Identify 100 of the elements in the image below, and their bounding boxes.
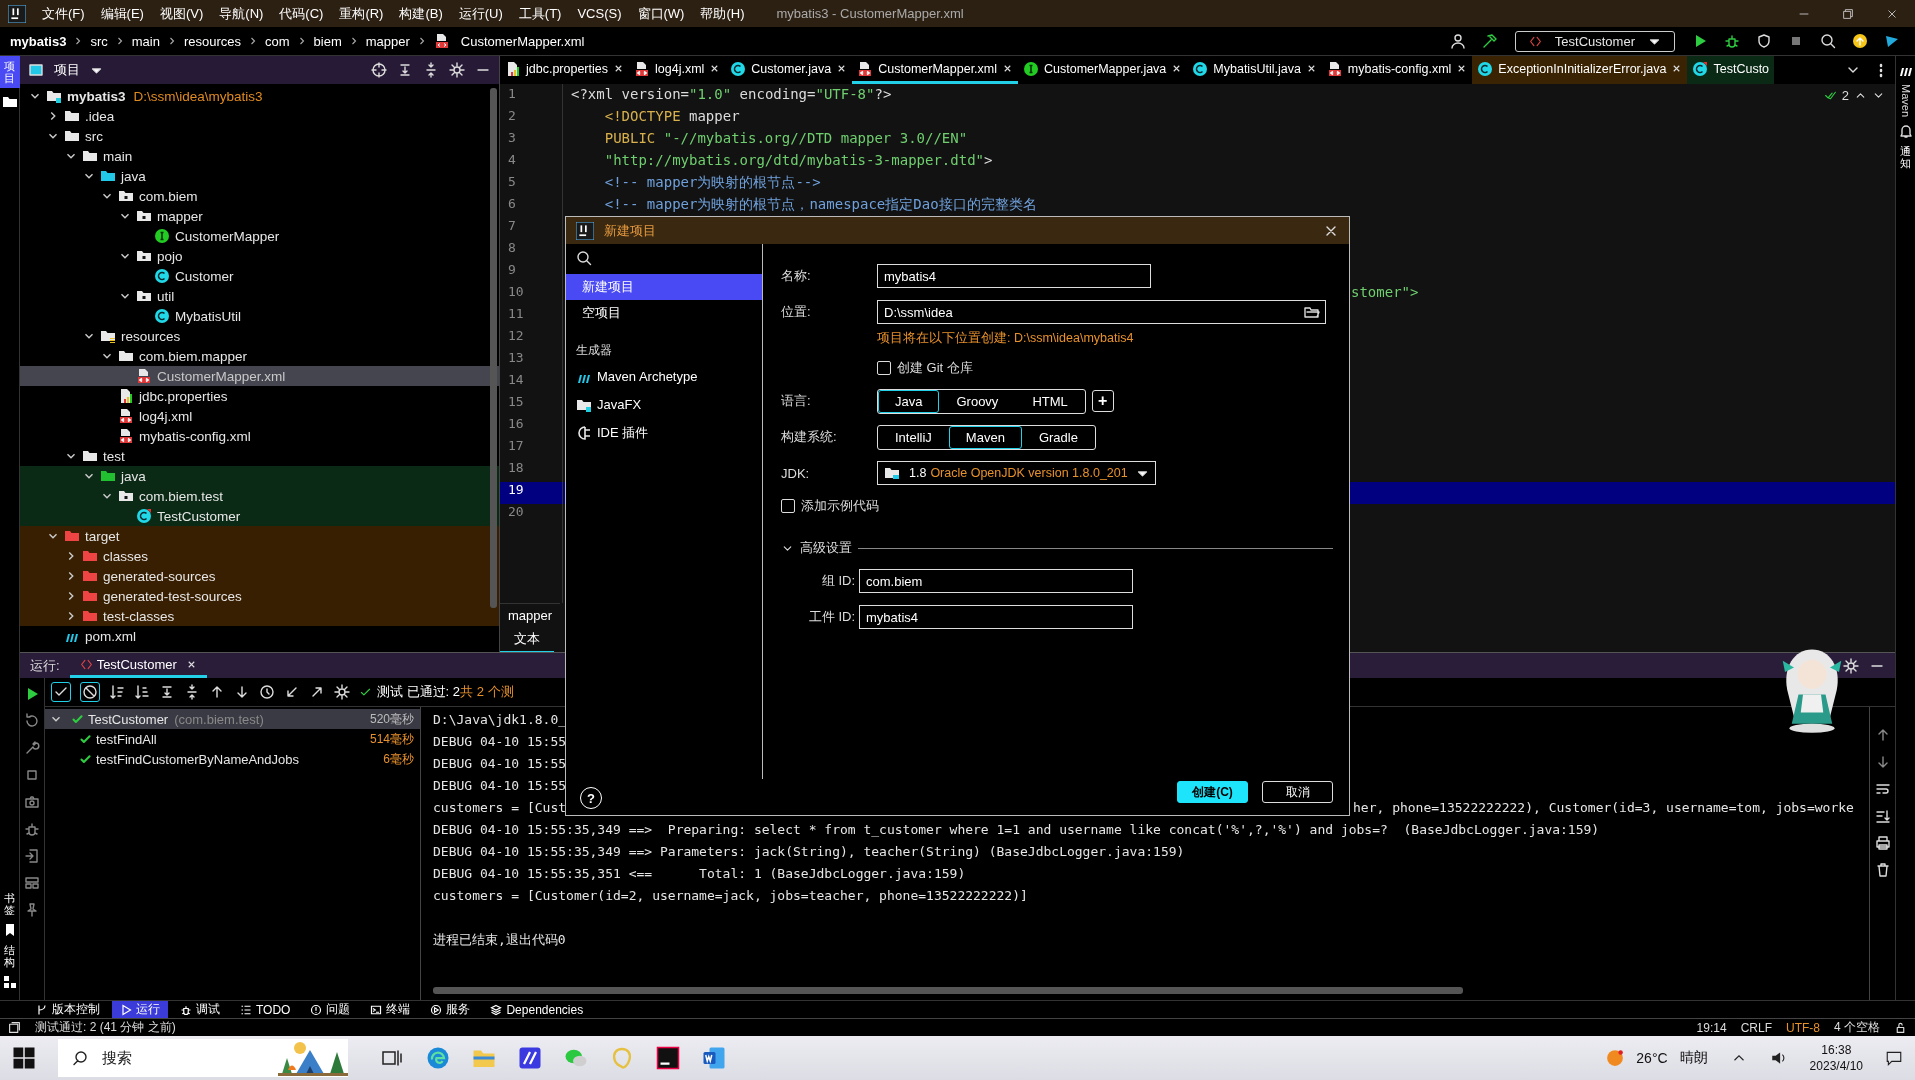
- tree-item[interactable]: com.biem.test: [20, 486, 499, 506]
- menu-item[interactable]: 窗口(W): [637, 4, 685, 23]
- tree-item[interactable]: com.biem.mapper: [20, 346, 499, 366]
- run-config-dropdown[interactable]: TestCustomer: [1514, 30, 1675, 52]
- tree-item[interactable]: mapper: [20, 206, 499, 226]
- tree-item[interactable]: util: [20, 286, 499, 306]
- trash-icon[interactable]: [1874, 862, 1891, 878]
- build-option[interactable]: Gradle: [1021, 425, 1095, 449]
- tree-item[interactable]: CustomerMapper.xml: [20, 366, 499, 386]
- panel-title[interactable]: 项目: [54, 61, 80, 79]
- bug-icon[interactable]: [1724, 33, 1740, 49]
- location-field[interactable]: D:\ssm\idea: [877, 300, 1326, 324]
- expand-icon[interactable]: [159, 684, 175, 700]
- editor-tab[interactable]: CustomerMapper.xml: [852, 56, 1019, 84]
- tree-item[interactable]: Customer: [20, 266, 499, 286]
- file-encoding[interactable]: UTF-8: [1786, 1020, 1820, 1035]
- scrollbar[interactable]: [490, 88, 497, 608]
- create-button[interactable]: 创建(C): [1177, 781, 1248, 803]
- tree-item[interactable]: log4j.xml: [20, 406, 499, 426]
- breadcrumb-item[interactable]: mapper: [365, 33, 410, 49]
- jdk-dropdown[interactable]: 1.8 Oracle OpenJDK version 1.8.0_201: [877, 461, 1156, 485]
- stop-icon[interactable]: [24, 767, 40, 783]
- add-button[interactable]: +: [1091, 390, 1114, 412]
- browser-icon[interactable]: [426, 1046, 450, 1070]
- plugin-logo-icon[interactable]: [1884, 33, 1900, 49]
- artifact-id-field[interactable]: mybatis4: [859, 605, 1133, 629]
- menu-item[interactable]: 帮助(H): [700, 4, 745, 23]
- indent-setting[interactable]: 4 个空格: [1834, 1019, 1880, 1036]
- sortaz-icon[interactable]: [109, 684, 125, 700]
- structure-icon[interactable]: [1, 974, 18, 990]
- breadcrumb-item[interactable]: mybatis3: [10, 33, 67, 49]
- menu-item[interactable]: 构建(B): [399, 4, 443, 23]
- maven-side-tab[interactable]: Maven: [1899, 84, 1912, 118]
- tool-window-button[interactable]: 问题: [302, 1001, 359, 1018]
- collapse-all-icon[interactable]: [423, 62, 439, 78]
- app-icon[interactable]: [518, 1046, 542, 1070]
- tree-item[interactable]: mybatis-config.xml: [20, 426, 499, 446]
- tool-window-button[interactable]: 调试: [172, 1001, 228, 1018]
- menu-item[interactable]: 编辑(E): [100, 4, 144, 23]
- language-option[interactable]: HTML: [1015, 389, 1085, 413]
- editor-tab[interactable]: log4j.xml: [629, 56, 726, 84]
- soft-wrap-icon[interactable]: [1874, 781, 1891, 797]
- print-icon[interactable]: [1874, 835, 1891, 851]
- language-option[interactable]: Groovy: [939, 389, 1016, 413]
- notifications-side-tab[interactable]: 通知: [1900, 145, 1911, 170]
- tree-item[interactable]: generated-sources: [20, 566, 499, 586]
- menu-item[interactable]: 运行(U): [458, 4, 503, 23]
- editor-tab[interactable]: Customer.java: [725, 56, 853, 84]
- breadcrumb-item[interactable]: resources: [183, 33, 241, 49]
- search-icon[interactable]: [576, 250, 592, 266]
- editor-tab[interactable]: TestCusto: [1687, 56, 1775, 84]
- clock-time[interactable]: 16:38: [1821, 1042, 1852, 1058]
- menu-item[interactable]: 文件(F): [42, 4, 85, 23]
- test-item[interactable]: TestCustomer (com.biem.test) 520毫秒: [45, 709, 420, 729]
- editor-tab[interactable]: CustomerMapper.java: [1018, 56, 1188, 84]
- ide-icon[interactable]: [656, 1046, 680, 1070]
- weather-temperature[interactable]: 26°C: [1636, 1050, 1668, 1066]
- cancel-button[interactable]: 取消: [1262, 781, 1333, 803]
- tree-item[interactable]: pom.xml: [20, 626, 499, 646]
- show-passed-icon[interactable]: [51, 682, 71, 702]
- tool-window-button[interactable]: 运行: [112, 1001, 168, 1018]
- scroll-to-end-icon[interactable]: [1874, 808, 1891, 824]
- inspection-widget[interactable]: 2: [1823, 88, 1885, 103]
- advanced-settings-toggle[interactable]: 高级设置: [781, 533, 1333, 563]
- notification-icon[interactable]: [1885, 1049, 1903, 1067]
- folder-icon[interactable]: [1304, 304, 1320, 320]
- start-icon[interactable]: [12, 1046, 36, 1070]
- breadcrumb-item[interactable]: CustomerMapper.xml: [460, 33, 585, 49]
- clock-icon[interactable]: [259, 684, 275, 700]
- tree-item[interactable]: target: [20, 526, 499, 546]
- weather-condition[interactable]: 晴朗: [1679, 1049, 1708, 1067]
- update-icon[interactable]: [1852, 33, 1868, 49]
- tree-item[interactable]: java: [20, 466, 499, 486]
- layout-icon[interactable]: [24, 875, 40, 891]
- generator-item[interactable]: Maven Archetype: [566, 363, 762, 391]
- project-side-tab[interactable]: 项目: [0, 56, 20, 89]
- tool-window-button[interactable]: 服务: [422, 1001, 479, 1018]
- menu-item[interactable]: 重构(R): [339, 4, 384, 23]
- locate-icon[interactable]: [371, 62, 387, 78]
- tree-item[interactable]: jdbc.properties: [20, 386, 499, 406]
- expand-all-icon[interactable]: [397, 62, 413, 78]
- settings-icon[interactable]: [449, 62, 465, 78]
- camera-icon[interactable]: [24, 794, 40, 810]
- sample-code-checkbox[interactable]: 添加示例代码: [781, 491, 1333, 521]
- breadcrumb-item[interactable]: src: [90, 33, 108, 49]
- breadcrumb-item[interactable]: biem: [313, 33, 342, 49]
- name-field[interactable]: mybatis4: [877, 264, 1151, 288]
- settings-icon[interactable]: [1843, 657, 1859, 674]
- run-tab[interactable]: TestCustomer: [69, 653, 207, 678]
- tree-item[interactable]: classes: [20, 546, 499, 566]
- scrollbar[interactable]: [433, 987, 1463, 994]
- tool-window-button[interactable]: 版本控制: [28, 1001, 108, 1018]
- bell-icon[interactable]: [1897, 123, 1914, 140]
- tree-item[interactable]: java: [20, 166, 499, 186]
- import-icon[interactable]: [24, 848, 40, 864]
- editor-tab[interactable]: jdbc.properties: [500, 56, 629, 84]
- test-item[interactable]: testFindCustomerByNameAndJobs 6毫秒: [45, 749, 420, 769]
- tool-window-button[interactable]: 终端: [362, 1001, 419, 1018]
- wrench-icon[interactable]: [24, 740, 40, 756]
- menu-item[interactable]: 工具(T): [518, 4, 562, 23]
